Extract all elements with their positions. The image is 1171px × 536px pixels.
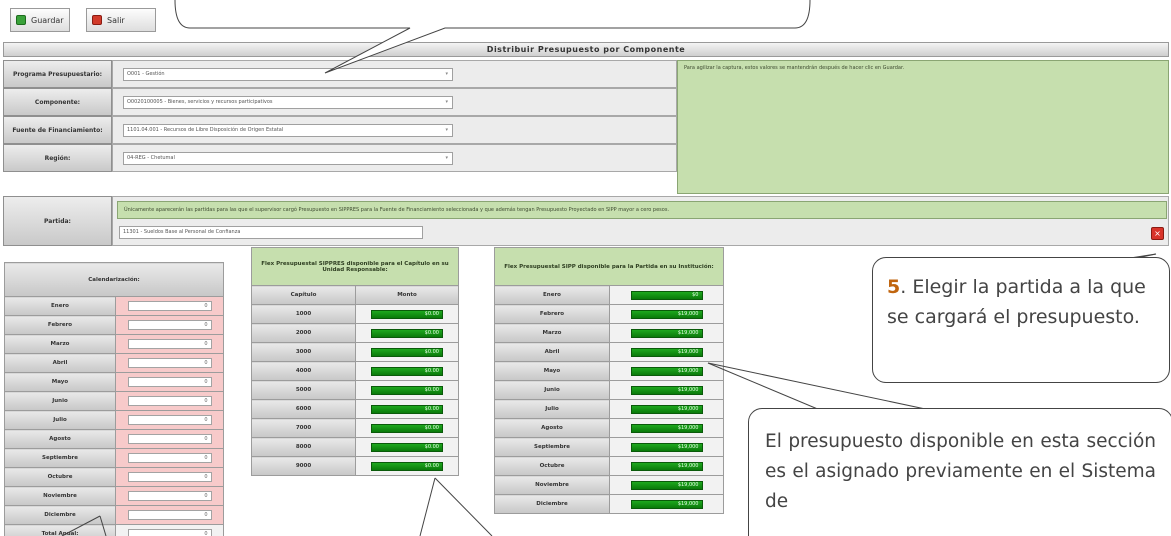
- step-text: . Elegir la partida a la que se cargará …: [887, 276, 1146, 328]
- budget-text: El presupuesto disponible en esta secció…: [765, 431, 1156, 512]
- budget-callout: El presupuesto disponible en esta secció…: [748, 408, 1171, 536]
- step-5-callout: 5. Elegir la partida a la que se cargará…: [872, 257, 1170, 383]
- step-number: 5: [887, 276, 901, 298]
